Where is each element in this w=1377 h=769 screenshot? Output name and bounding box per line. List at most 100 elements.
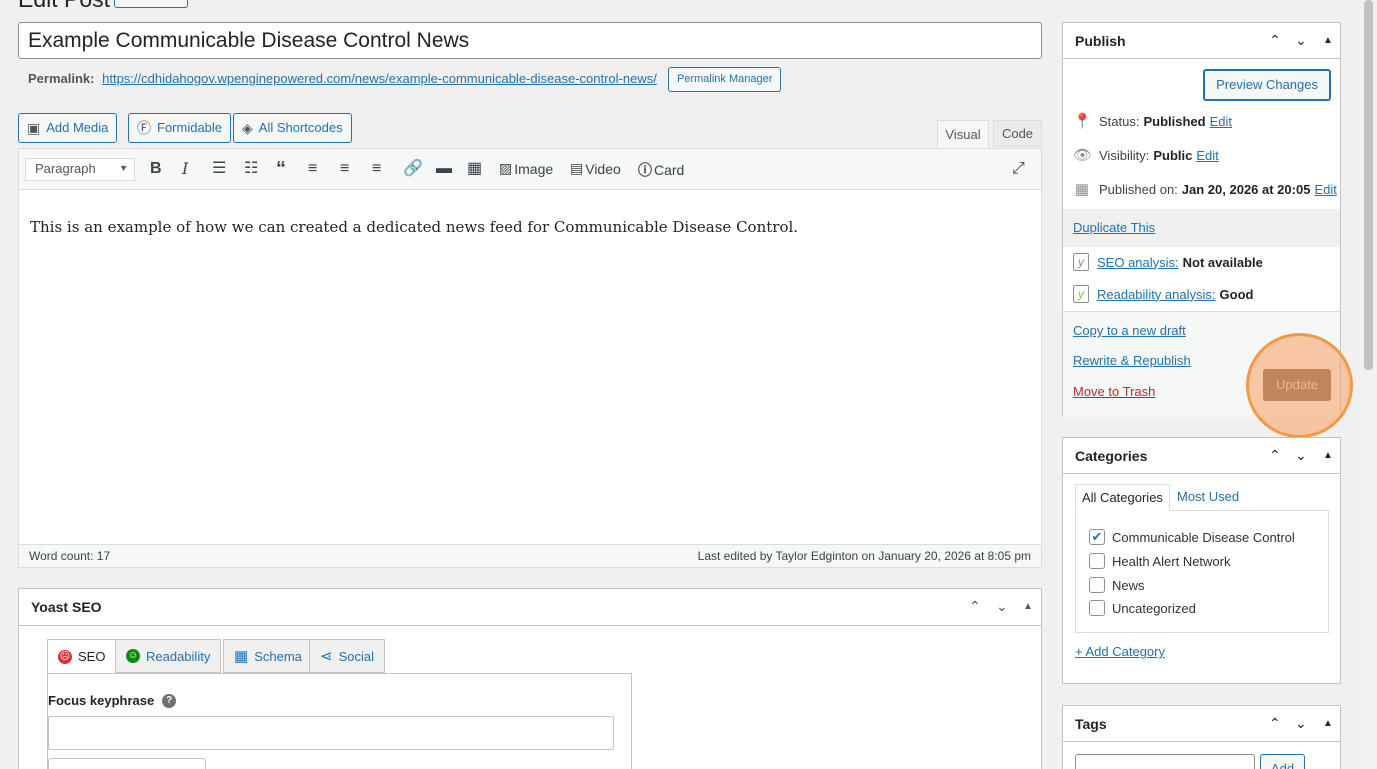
chevron-up-icon[interactable]: ⌃ xyxy=(1269,447,1281,464)
permalink-label: Permalink: xyxy=(28,71,95,86)
toolbar-toggle-icon[interactable]: ▦ xyxy=(467,159,482,179)
tag-input[interactable] xyxy=(1075,754,1255,769)
eye-icon: 👁 xyxy=(1073,147,1093,164)
align-right-icon[interactable]: ≡ xyxy=(372,159,381,179)
list-item[interactable]: Health Alert Network xyxy=(1089,553,1231,569)
blockquote-icon[interactable]: “ xyxy=(276,159,286,179)
visibility-row: 👁 Visibility: Public Edit xyxy=(1073,146,1219,164)
add-tag-button[interactable]: Add xyxy=(1260,754,1305,769)
image-button[interactable]: ▨ Image xyxy=(499,160,553,177)
tab-seo[interactable]: ☹ SEO xyxy=(47,639,117,674)
add-media-label: Add Media xyxy=(46,120,109,135)
scrollbar[interactable] xyxy=(1360,0,1377,769)
permalink-manager-button[interactable]: Permalink Manager xyxy=(668,67,782,92)
published-on-value: Jan 20, 2026 at 20:05 xyxy=(1181,181,1311,197)
publish-box: Publish ⌃ ⌄ ▲ Preview Changes 📍 Status: … xyxy=(1062,22,1341,417)
toggle-panel-icon[interactable]: ▲ xyxy=(1023,601,1033,612)
image-icon: ▨ xyxy=(499,160,513,176)
chevron-up-icon[interactable]: ⌃ xyxy=(1269,32,1281,49)
all-shortcodes-label: All Shortcodes xyxy=(258,120,343,135)
bold-icon[interactable]: B xyxy=(150,159,162,179)
list-item[interactable]: Uncategorized xyxy=(1089,600,1196,616)
tab-readability[interactable]: ☺ Readability xyxy=(115,639,222,673)
checkbox-checked-icon[interactable]: ✔ xyxy=(1089,529,1105,545)
list-item[interactable]: ✔ Communicable Disease Control xyxy=(1089,529,1295,545)
readability-analysis-row: y Readability analysis: Good xyxy=(1073,285,1253,303)
all-shortcodes-button[interactable]: ◈ All Shortcodes xyxy=(233,113,352,143)
shortcode-icon: ◈ xyxy=(242,120,253,136)
add-media-button[interactable]: ▣ Add Media xyxy=(18,113,118,143)
tab-schema[interactable]: ▦ Schema xyxy=(223,639,313,673)
align-center-icon[interactable]: ≡ xyxy=(340,159,349,179)
post-title-input[interactable]: Example Communicable Disease Control New… xyxy=(18,22,1042,59)
categories-box: Categories ⌃ ⌄ ▲ All Categories Most Use… xyxy=(1062,437,1341,684)
duplicate-link[interactable]: Duplicate This xyxy=(1073,220,1155,235)
permalink-link[interactable]: https://cdhidahogov.wpenginepowered.com/… xyxy=(102,71,657,86)
list-item[interactable]: News xyxy=(1089,577,1145,593)
toggle-panel-icon[interactable]: ▲ xyxy=(1323,35,1333,46)
chevron-down-icon[interactable]: ⌄ xyxy=(1295,32,1307,49)
content-editor: Paragraph ▼ B I ☰ ☷ “ ≡ ≡ ≡ 🔗 ▬ ▦ ▨ Imag… xyxy=(18,148,1042,568)
related-keyphrase-button[interactable] xyxy=(48,758,206,769)
card-button[interactable]: ⓘ Card xyxy=(638,160,684,180)
add-category-link[interactable]: + Add Category xyxy=(1075,644,1165,659)
align-left-icon[interactable]: ≡ xyxy=(308,159,317,179)
link-icon[interactable]: 🔗 xyxy=(403,159,423,179)
visibility-value: Public xyxy=(1153,147,1193,163)
published-edit-link[interactable]: Edit xyxy=(1314,182,1336,197)
focus-keyphrase-text: Focus keyphrase xyxy=(48,693,155,708)
update-button[interactable]: Update xyxy=(1263,369,1331,401)
word-count: Word count: 17 xyxy=(29,549,111,563)
pin-icon: 📍 xyxy=(1073,113,1092,130)
video-icon: ▤ xyxy=(570,160,584,176)
formidable-icon: Ⓕ xyxy=(137,120,151,136)
checkbox-icon[interactable] xyxy=(1089,577,1105,593)
move-to-trash-link[interactable]: Move to Trash xyxy=(1073,384,1155,399)
chevron-up-icon[interactable]: ⌃ xyxy=(1269,715,1281,732)
video-label: Video xyxy=(585,160,621,177)
copy-draft-link[interactable]: Copy to a new draft xyxy=(1073,323,1186,338)
status-edit-link[interactable]: Edit xyxy=(1210,114,1232,129)
tab-code[interactable]: Code xyxy=(993,120,1042,147)
chevron-up-icon[interactable]: ⌃ xyxy=(969,598,981,615)
formidable-label: Formidable xyxy=(157,120,223,135)
rewrite-republish-link[interactable]: Rewrite & Republish xyxy=(1073,353,1191,368)
bullet-list-icon[interactable]: ☰ xyxy=(212,159,226,179)
editor-content[interactable]: This is an example of how we can created… xyxy=(30,218,798,236)
numbered-list-icon[interactable]: ☷ xyxy=(244,159,258,179)
yoast-title: Yoast SEO xyxy=(19,589,1041,626)
read-more-icon[interactable]: ▬ xyxy=(436,159,452,179)
readability-analysis-link[interactable]: Readability analysis: xyxy=(1097,287,1216,302)
yoast-icon: y xyxy=(1073,253,1089,271)
tab-social[interactable]: ⋖ Social xyxy=(309,639,385,673)
tab-visual[interactable]: Visual xyxy=(937,120,989,149)
permalink-row: Permalink: https://cdhidahogov.wpenginep… xyxy=(28,71,657,86)
chevron-down-icon[interactable]: ⌄ xyxy=(1295,447,1307,464)
chevron-down-icon[interactable]: ⌄ xyxy=(996,598,1008,615)
chevron-down-icon: ▼ xyxy=(119,163,128,173)
help-icon[interactable]: ? xyxy=(162,693,177,708)
scroll-thumb[interactable] xyxy=(1364,0,1373,370)
checkbox-icon[interactable] xyxy=(1089,553,1105,569)
readability-analysis-value: Good xyxy=(1219,286,1254,302)
fullscreen-icon[interactable]: ⤢ xyxy=(1012,159,1025,179)
last-edited: Last edited by Taylor Edginton on Januar… xyxy=(697,549,1031,563)
checkbox-icon[interactable] xyxy=(1089,600,1105,616)
video-button[interactable]: ▤ Video xyxy=(570,160,621,177)
chevron-down-icon[interactable]: ⌄ xyxy=(1295,715,1307,732)
tab-most-used[interactable]: Most Used xyxy=(1171,484,1245,511)
add-new-button[interactable] xyxy=(114,0,188,8)
format-select[interactable]: Paragraph ▼ xyxy=(25,158,135,181)
seo-analysis-link[interactable]: SEO analysis: xyxy=(1097,255,1179,270)
focus-keyphrase-input[interactable] xyxy=(48,716,614,750)
formidable-button[interactable]: Ⓕ Formidable xyxy=(128,113,232,143)
italic-icon[interactable]: I xyxy=(182,159,188,179)
toggle-panel-icon[interactable]: ▲ xyxy=(1323,718,1333,729)
tab-all-categories[interactable]: All Categories xyxy=(1075,484,1170,511)
share-icon: ⋖ xyxy=(320,648,333,665)
tab-seo-label: SEO xyxy=(78,649,106,664)
preview-changes-button[interactable]: Preview Changes xyxy=(1203,69,1331,101)
toggle-panel-icon[interactable]: ▲ xyxy=(1323,450,1333,461)
visibility-edit-link[interactable]: Edit xyxy=(1196,148,1218,163)
focus-keyphrase-label: Focus keyphrase ? xyxy=(48,693,177,708)
